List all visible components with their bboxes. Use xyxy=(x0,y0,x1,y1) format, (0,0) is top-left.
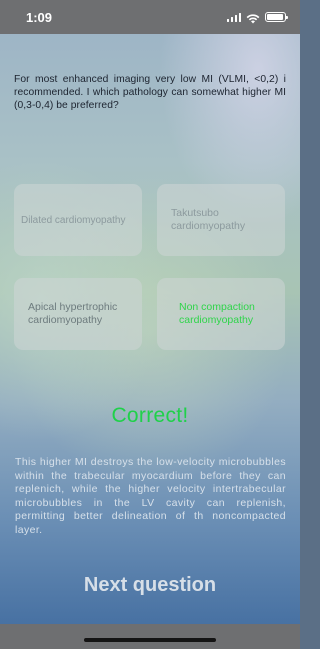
answer-option-label: Dilated cardiomyopathy xyxy=(21,214,126,226)
question-text: For most enhanced imaging very low MI (V… xyxy=(14,74,286,111)
answer-option-label: Non compaction cardiomyopathy xyxy=(179,301,255,326)
status-time: 1:09 xyxy=(26,10,53,25)
explanation-text: This higher MI destroys the low-velocity… xyxy=(15,456,286,536)
status-icons xyxy=(226,11,288,24)
next-question-button[interactable]: Next question xyxy=(0,574,300,597)
answer-option-1[interactable]: Dilated cardiomyopathy xyxy=(14,184,142,256)
answer-option-label: Takutsubo cardiomyopathy xyxy=(171,207,246,232)
answer-option-2[interactable]: Takutsubo cardiomyopathy xyxy=(157,184,285,256)
status-bar: 1:09 xyxy=(0,0,300,34)
bottom-bar xyxy=(0,624,300,649)
answer-option-4-correct[interactable]: Non compaction cardiomyopathy xyxy=(157,278,285,350)
home-indicator[interactable] xyxy=(84,638,216,642)
answer-option-label: Apical hypertrophic cardiomyopathy xyxy=(28,301,118,326)
answer-option-3[interactable]: Apical hypertrophic cardiomyopathy xyxy=(14,278,142,350)
battery-icon xyxy=(265,11,288,22)
quiz-screen: 1:09 For most enhanced imaging very low … xyxy=(0,0,300,649)
cellular-signal-icon xyxy=(226,12,241,22)
result-text: Correct! xyxy=(111,404,189,427)
wifi-icon xyxy=(246,11,260,24)
